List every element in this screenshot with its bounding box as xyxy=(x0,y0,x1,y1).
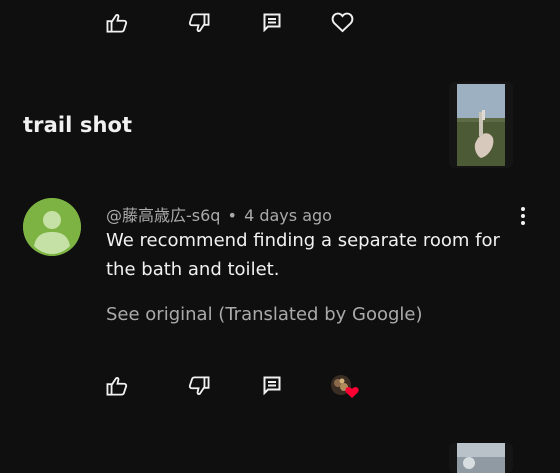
thumbnail-image xyxy=(449,443,513,473)
meta-separator: • xyxy=(227,206,237,225)
thumbs-down-icon[interactable] xyxy=(188,376,210,396)
heart-outline-icon[interactable] xyxy=(331,12,354,33)
section-title: trail shot xyxy=(23,113,133,137)
avatar[interactable] xyxy=(23,198,81,256)
default-avatar-icon xyxy=(23,198,81,256)
more-options-icon[interactable] xyxy=(516,205,530,227)
thumbnail-image xyxy=(449,82,513,168)
thumbs-up-icon[interactable] xyxy=(106,376,128,396)
video-thumbnail[interactable] xyxy=(449,82,513,168)
see-original-link[interactable]: See original (Translated by Google) xyxy=(106,304,423,325)
thumbs-down-icon[interactable] xyxy=(188,13,210,33)
comment-author[interactable]: @藤高歳広-s6q xyxy=(106,206,220,225)
comment-text: We recommend finding a separate room for… xyxy=(106,230,500,280)
thumbs-up-icon[interactable] xyxy=(106,13,128,33)
comment-meta: @藤高歳広-s6q • 4 days ago xyxy=(106,202,332,226)
comment-icon[interactable] xyxy=(263,376,281,395)
comment-icon[interactable] xyxy=(263,13,281,32)
creator-heart-icon xyxy=(330,374,360,400)
next-video-thumbnail[interactable] xyxy=(449,443,513,473)
comment-time: 4 days ago xyxy=(244,206,332,225)
